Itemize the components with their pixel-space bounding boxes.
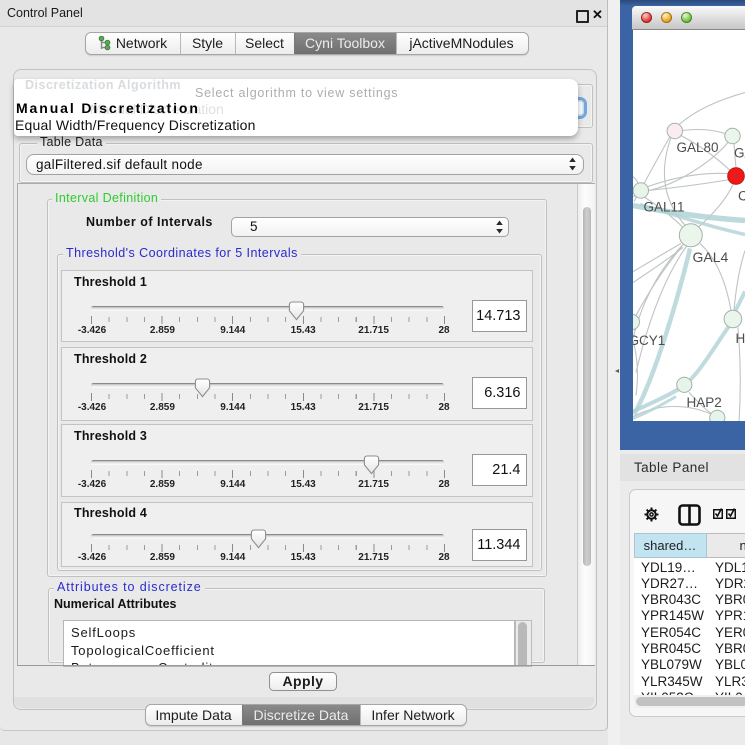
svg-text:GAL4: GAL4 xyxy=(693,249,729,265)
svg-text:HAP2: HAP2 xyxy=(687,395,722,410)
svg-text:HA: HA xyxy=(736,331,745,346)
svg-text:GCY1: GCY1 xyxy=(633,333,665,348)
svg-text:GAL80: GAL80 xyxy=(677,140,719,155)
svg-text:GAL: GAL xyxy=(734,145,745,160)
svg-text:GAL11: GAL11 xyxy=(644,199,685,214)
svg-text:CY: CY xyxy=(738,188,745,203)
